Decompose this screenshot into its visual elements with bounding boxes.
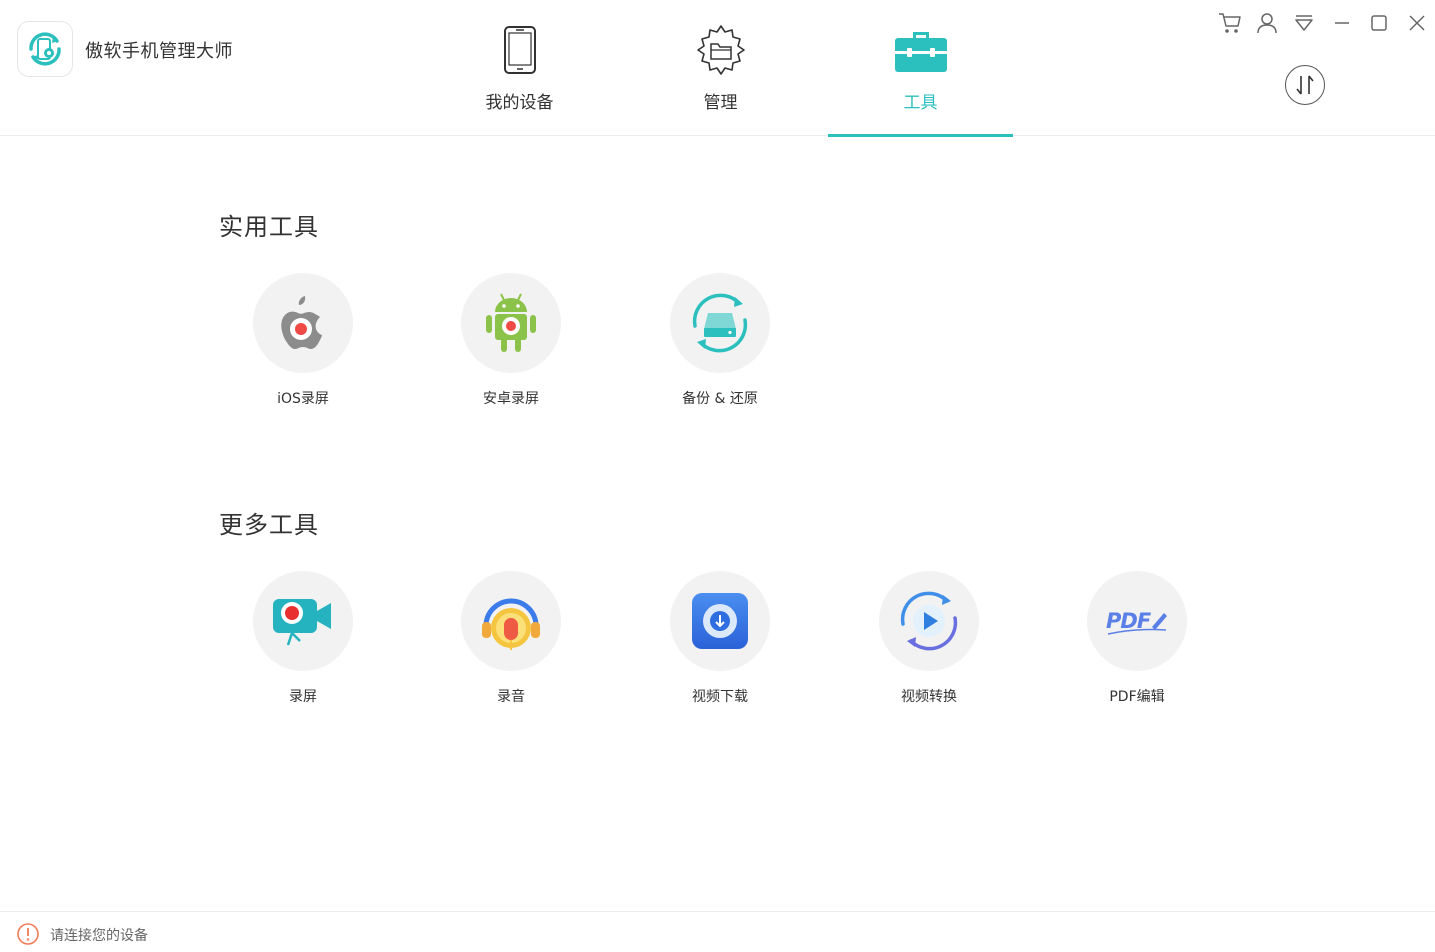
tab-label: 我的设备: [485, 93, 554, 113]
tool-label: 视频转换: [901, 689, 957, 705]
cart-icon[interactable]: [1217, 10, 1243, 36]
pdf-edit-icon: PDF: [1106, 609, 1167, 635]
app-logo: [17, 21, 73, 77]
connection-status-text: 请连接您的设备: [50, 928, 148, 944]
tool-audio-record[interactable]: 录音: [441, 571, 581, 706]
transfer-button[interactable]: [1285, 65, 1325, 105]
tab-manage[interactable]: 管理: [628, 0, 813, 136]
tool-label: PDF编辑: [1109, 689, 1165, 705]
app-title: 傲软手机管理大师: [85, 41, 233, 62]
tool-label: iOS录屏: [277, 391, 329, 407]
section-title-practical-tools: 实用工具: [219, 213, 319, 241]
video-convert-icon: [900, 591, 958, 651]
section-title-more-tools: 更多工具: [219, 511, 319, 539]
warning-icon: [17, 923, 39, 945]
close-icon[interactable]: [1404, 10, 1430, 36]
apple-record-icon: [281, 296, 322, 349]
video-download-icon: [692, 593, 748, 649]
screen-record-camera-icon: [273, 599, 331, 646]
toolbox-icon: [893, 22, 949, 78]
tool-backup-restore[interactable]: 备份 & 还原: [650, 273, 790, 408]
tab-label: 管理: [703, 93, 738, 113]
audio-record-icon: [482, 598, 540, 650]
active-tab-indicator: [828, 134, 1013, 137]
backup-restore-icon: [692, 293, 748, 353]
transfer-arrows-icon: [1296, 75, 1314, 95]
gear-folder-icon: [693, 22, 749, 78]
tool-android-record[interactable]: 安卓录屏: [441, 273, 581, 408]
tool-ios-record[interactable]: iOS录屏: [233, 273, 373, 408]
tool-label: 录音: [497, 689, 525, 705]
tool-label: 备份 & 还原: [682, 391, 758, 407]
status-bar: 请连接您的设备: [0, 911, 1435, 952]
user-icon[interactable]: [1254, 10, 1280, 36]
tab-label: 工具: [903, 93, 938, 113]
tool-video-convert[interactable]: 视频转换: [859, 571, 999, 706]
tool-screen-record[interactable]: 录屏: [233, 571, 373, 706]
tool-pdf-edit[interactable]: PDF PDF编辑: [1067, 571, 1207, 706]
top-header: 傲软手机管理大师 我的设备 管理 工具: [0, 0, 1435, 137]
android-record-icon: [486, 293, 536, 352]
menu-dropdown-icon[interactable]: [1291, 10, 1317, 36]
maximize-icon[interactable]: [1366, 10, 1392, 36]
tool-label: 录屏: [289, 689, 317, 705]
tool-label: 视频下载: [692, 689, 748, 705]
tool-label: 安卓录屏: [483, 391, 539, 407]
tab-my-device[interactable]: 我的设备: [427, 0, 612, 136]
tab-tools[interactable]: 工具: [828, 0, 1013, 137]
tool-video-download[interactable]: 视频下载: [650, 571, 790, 706]
phone-icon: [492, 22, 548, 78]
minimize-icon[interactable]: [1329, 10, 1355, 36]
